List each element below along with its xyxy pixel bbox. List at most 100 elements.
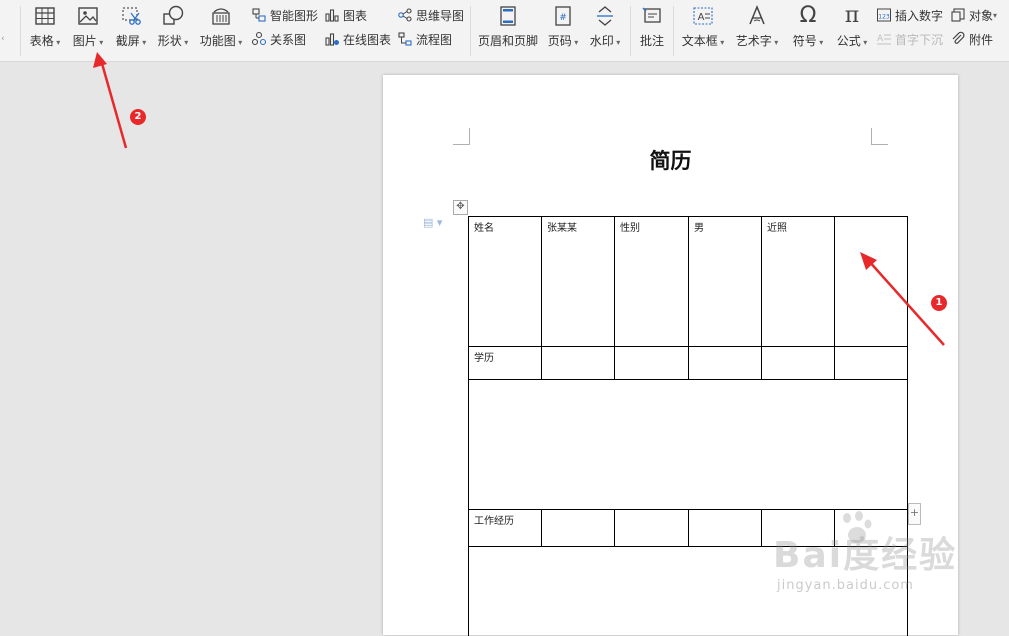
- table-move-handle-icon[interactable]: ✥: [453, 200, 468, 215]
- word-art-icon: [749, 5, 765, 25]
- screenshot-label: 截屏: [115, 34, 140, 48]
- insert-number-icon: 123: [877, 8, 891, 22]
- photo-label: 近照: [767, 223, 787, 234]
- ribbon-separator: [630, 6, 631, 56]
- mind-map-icon: [398, 8, 412, 22]
- header-footer-button[interactable]: 页眉和页脚: [477, 2, 539, 49]
- chart-button[interactable]: 图表: [324, 5, 367, 25]
- function-chart-label: 功能图: [199, 34, 236, 48]
- paperclip-icon: [952, 31, 965, 44]
- table-cell[interactable]: 性别: [615, 217, 688, 346]
- page-number-icon: #: [555, 6, 571, 26]
- education-detail-cell[interactable]: [469, 380, 907, 509]
- formula-label: 公式: [836, 34, 861, 48]
- watermark-label: 水印: [589, 34, 614, 48]
- picture-button[interactable]: 图片 ▾: [70, 2, 106, 49]
- comment-button[interactable]: 批注: [637, 2, 667, 49]
- name-value: 张某某: [547, 223, 577, 234]
- screenshot-icon: [122, 7, 141, 25]
- svg-text:A: A: [877, 34, 884, 44]
- margin-corner-mark: [453, 128, 470, 145]
- table-border: [614, 509, 615, 546]
- drop-cap-label: 首字下沉: [895, 32, 944, 47]
- chevron-down-icon: ▾: [860, 38, 868, 47]
- table-cell[interactable]: 男: [689, 217, 761, 346]
- drop-cap-icon: A: [877, 34, 891, 45]
- table-button[interactable]: 表格 ▾: [28, 2, 62, 49]
- education-label: 学历: [474, 353, 494, 364]
- formula-button[interactable]: π 公式 ▾: [833, 2, 871, 49]
- bar-chart-icon: [325, 9, 339, 22]
- function-chart-button[interactable]: 功能图 ▾: [199, 2, 243, 49]
- header-footer-label: 页眉和页脚: [477, 34, 538, 48]
- smart-art-icon: [252, 8, 266, 22]
- screenshot-button[interactable]: 截屏 ▾: [113, 2, 149, 49]
- insert-number-button[interactable]: 123 插入数字: [876, 5, 943, 25]
- chevron-down-icon: ▾: [139, 38, 147, 47]
- chevron-down-icon: ▾: [235, 38, 243, 47]
- insert-ribbon: ‹ 表格 ▾ 图片 ▾ 截屏 ▾ 形状 ▾ 功能图 ▾ 智能图形 关系图 图表 …: [0, 0, 1009, 62]
- attachment-label: 附件: [969, 32, 994, 47]
- word-art-label: 艺术字: [735, 34, 772, 48]
- shapes-icon: [163, 5, 184, 25]
- relation-chart-button[interactable]: 关系图: [251, 29, 306, 49]
- chevron-down-icon: ▾: [771, 38, 779, 47]
- table-cell[interactable]: 近照: [762, 217, 834, 346]
- text-box-button[interactable]: A 文本框 ▾: [680, 2, 726, 49]
- object-label: 对象: [969, 8, 994, 23]
- flowchart-button[interactable]: 流程图: [397, 29, 452, 49]
- annotation-arrow-2: [99, 59, 128, 149]
- page-number-button[interactable]: # 页码 ▾: [545, 2, 581, 49]
- shapes-label: 形状: [157, 34, 182, 48]
- margin-corner-mark: [871, 128, 888, 145]
- attachment-button[interactable]: 附件: [950, 29, 993, 49]
- table-cell[interactable]: 工作经历: [469, 510, 541, 546]
- photo-cell[interactable]: [835, 217, 907, 346]
- table-border: [688, 509, 689, 546]
- chevron-down-icon: ▾: [96, 38, 104, 47]
- paragraph-options-icon[interactable]: ▤ ▾: [423, 216, 442, 229]
- word-art-button[interactable]: 艺术字 ▾: [734, 2, 780, 49]
- watermark-icon: [597, 6, 613, 26]
- svg-text:123: 123: [878, 14, 890, 21]
- symbol-button[interactable]: Ω 符号 ▾: [789, 2, 827, 49]
- document-title: 简历: [649, 148, 692, 173]
- baidu-watermark: Bai度经验 jingyan.baidu.com: [773, 508, 968, 600]
- table-cell[interactable]: 张某某: [542, 217, 614, 346]
- page-number-label: 页码: [547, 34, 572, 48]
- symbol-label: 符号: [792, 34, 817, 48]
- watermark-button[interactable]: 水印 ▾: [587, 2, 623, 49]
- table-label: 表格: [29, 34, 54, 48]
- ribbon-separator: [470, 6, 471, 56]
- object-button[interactable]: 对象 ▾: [950, 5, 997, 25]
- table-border: [541, 509, 542, 546]
- relation-chart-label: 关系图: [270, 32, 307, 47]
- online-chart-button[interactable]: 在线图表: [324, 29, 391, 49]
- table-cell[interactable]: 学历: [469, 347, 541, 379]
- annotation-badge-2: 2: [130, 109, 146, 125]
- chevron-down-icon: ▾: [571, 38, 579, 47]
- svg-text:A: A: [698, 12, 705, 23]
- text-box-icon: A: [693, 7, 713, 25]
- flowchart-label: 流程图: [416, 32, 453, 47]
- mind-map-button[interactable]: 思维导图: [397, 5, 464, 25]
- chart-label: 图表: [343, 8, 368, 23]
- watermark-brand-text: Bai度经验: [773, 535, 958, 576]
- drop-cap-button[interactable]: A 首字下沉: [876, 29, 943, 49]
- text-box-label: 文本框: [681, 34, 718, 48]
- header-footer-icon: [500, 6, 516, 26]
- smart-art-button[interactable]: 智能图形: [251, 5, 318, 25]
- insert-number-label: 插入数字: [895, 8, 944, 23]
- ribbon-scroll-left-icon[interactable]: ‹: [1, 34, 5, 44]
- mind-map-label: 思维导图: [416, 8, 465, 23]
- table-icon: [35, 7, 55, 25]
- flowchart-icon: [398, 32, 412, 46]
- shapes-button[interactable]: 形状 ▾: [155, 2, 191, 49]
- svg-text:#: #: [559, 13, 567, 23]
- relation-chart-icon: [251, 31, 267, 46]
- gender-label: 性别: [620, 223, 640, 234]
- annotation-badge-1: 1: [931, 295, 947, 311]
- watermark-site-text: jingyan.baidu.com: [777, 578, 914, 593]
- table-cell[interactable]: 姓名: [469, 217, 541, 346]
- chevron-down-icon: ▾: [53, 38, 61, 47]
